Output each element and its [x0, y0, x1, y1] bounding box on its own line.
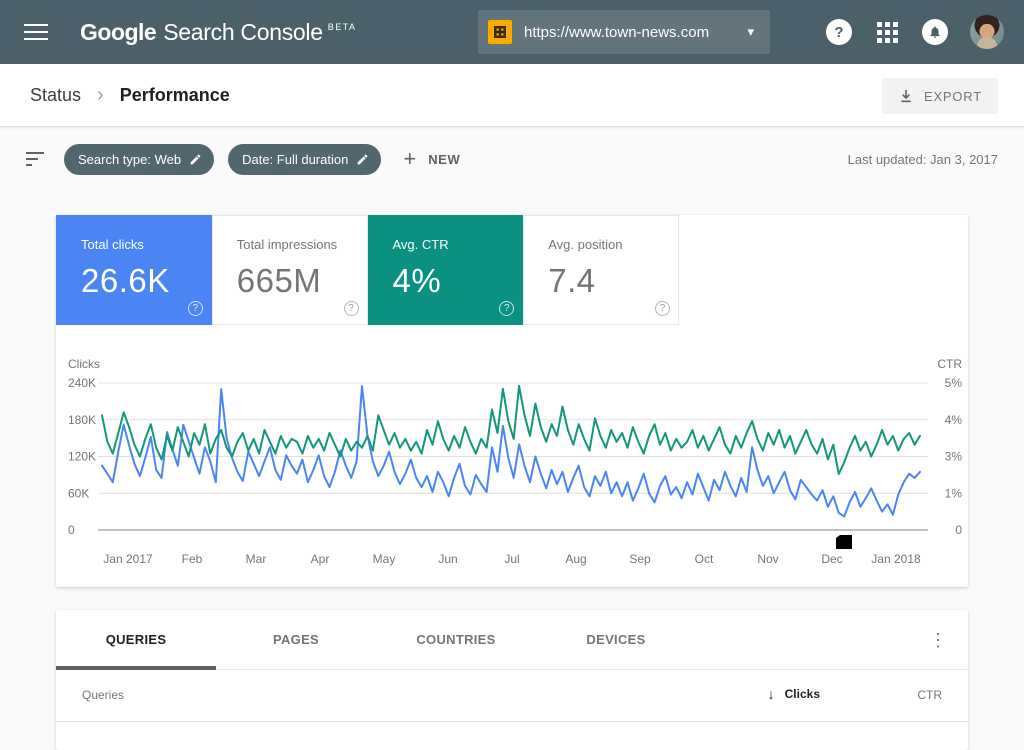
last-updated-text: Last updated: Jan 3, 2017	[847, 151, 998, 167]
logo-product: Search Console	[163, 18, 323, 45]
logo-google: Google	[80, 18, 157, 45]
mouse-cursor-artifact	[836, 535, 852, 549]
tab-pages[interactable]: PAGES	[216, 610, 376, 669]
table-header-row: Queries ↓ Clicks CTR	[56, 670, 968, 722]
breadcrumb-bar: Status › Performance EXPORT	[0, 64, 1024, 127]
svg-text:Aug: Aug	[565, 552, 586, 566]
property-selector[interactable]: https://www.town-news.com ▾	[478, 10, 770, 54]
property-icon	[488, 20, 512, 44]
tab-countries[interactable]: COUNTRIES	[376, 610, 536, 669]
svg-text:240K: 240K	[68, 376, 96, 390]
sort-descending-icon: ↓	[767, 686, 775, 702]
svg-text:3%: 3%	[945, 450, 963, 464]
column-header-ctr[interactable]: CTR	[917, 688, 942, 702]
breadcrumb-status[interactable]: Status	[30, 85, 81, 106]
svg-text:Apr: Apr	[311, 552, 330, 566]
user-avatar[interactable]	[970, 15, 1004, 49]
svg-text:CTR: CTR	[937, 357, 962, 371]
svg-text:1%: 1%	[945, 486, 963, 500]
svg-text:60K: 60K	[68, 486, 89, 500]
svg-text:180K: 180K	[68, 413, 96, 427]
svg-text:Sep: Sep	[629, 552, 651, 566]
svg-text:Feb: Feb	[182, 552, 203, 566]
queries-table-card: QUERIES PAGES COUNTRIES DEVICES ⋮ Querie…	[56, 610, 968, 750]
help-icon[interactable]: ?	[826, 19, 852, 45]
help-circle-icon[interactable]: ?	[499, 301, 515, 316]
metric-cards-row: Total clicks 26.6K ? Total impressions 6…	[56, 215, 679, 325]
help-circle-icon[interactable]: ?	[343, 301, 359, 316]
overflow-menu-icon[interactable]: ⋮	[924, 626, 952, 654]
svg-text:Jan 2018: Jan 2018	[871, 552, 921, 566]
metric-card-total-impressions[interactable]: Total impressions 665M ?	[211, 215, 368, 325]
app-bar-actions: ?	[826, 0, 1024, 64]
app-logo: Google Search Console BETA	[80, 19, 357, 46]
svg-text:May: May	[373, 552, 396, 566]
filter-chip-search-type[interactable]: Search type: Web	[64, 143, 215, 175]
download-icon	[901, 90, 911, 103]
svg-text:Oct: Oct	[695, 552, 714, 566]
tab-queries[interactable]: QUERIES	[56, 610, 216, 669]
svg-text:5%: 5%	[945, 376, 963, 390]
plus-icon: +	[403, 146, 417, 171]
column-header-queries: Queries	[82, 688, 125, 702]
export-button[interactable]: EXPORT	[881, 78, 998, 114]
google-apps-icon[interactable]	[874, 19, 900, 45]
dropdown-caret-icon: ▾	[747, 24, 754, 39]
metric-card-total-clicks[interactable]: Total clicks 26.6K ?	[56, 215, 212, 325]
notifications-bell-icon[interactable]	[922, 19, 948, 45]
filter-chip-date[interactable]: Date: Full duration	[228, 143, 382, 175]
tab-devices[interactable]: DEVICES	[536, 610, 696, 669]
edit-pencil-icon	[190, 154, 201, 164]
svg-text:Mar: Mar	[246, 552, 267, 566]
svg-text:Jan 2017: Jan 2017	[103, 552, 153, 566]
help-circle-icon[interactable]: ?	[655, 301, 670, 316]
svg-text:0: 0	[68, 523, 75, 537]
svg-text:Dec: Dec	[821, 552, 842, 566]
export-label: EXPORT	[923, 88, 982, 104]
edit-pencil-icon	[357, 154, 368, 164]
help-circle-icon[interactable]: ?	[187, 301, 203, 316]
filter-list-icon[interactable]	[26, 147, 50, 171]
tabs-row: QUERIES PAGES COUNTRIES DEVICES ⋮	[56, 610, 968, 670]
svg-text:Clicks: Clicks	[68, 357, 100, 371]
svg-text:Jul: Jul	[504, 552, 519, 566]
metric-card-avg-position[interactable]: Avg. position 7.4 ?	[523, 215, 679, 325]
page-title: Performance	[119, 84, 230, 105]
svg-text:4%: 4%	[945, 413, 963, 427]
metric-card-avg-ctr[interactable]: Avg. CTR 4% ?	[367, 215, 524, 325]
svg-text:120K: 120K	[68, 450, 96, 464]
chevron-right-icon: ›	[97, 83, 104, 106]
svg-text:Nov: Nov	[757, 552, 778, 566]
property-url: https://www.town-news.com	[524, 23, 710, 41]
performance-chart-card: Total clicks 26.6K ? Total impressions 6…	[56, 215, 968, 587]
svg-text:0: 0	[955, 523, 962, 537]
svg-text:Jun: Jun	[438, 552, 457, 566]
beta-badge: BETA	[327, 21, 357, 32]
column-header-clicks[interactable]: ↓ Clicks	[768, 686, 820, 702]
filter-bar: Search type: Web Date: Full duration + N…	[0, 127, 1024, 191]
hamburger-menu-icon[interactable]	[12, 8, 60, 56]
app-bar: Google Search Console BETA https://www.t…	[0, 0, 1024, 64]
new-filter-button[interactable]: + NEW	[403, 148, 460, 170]
